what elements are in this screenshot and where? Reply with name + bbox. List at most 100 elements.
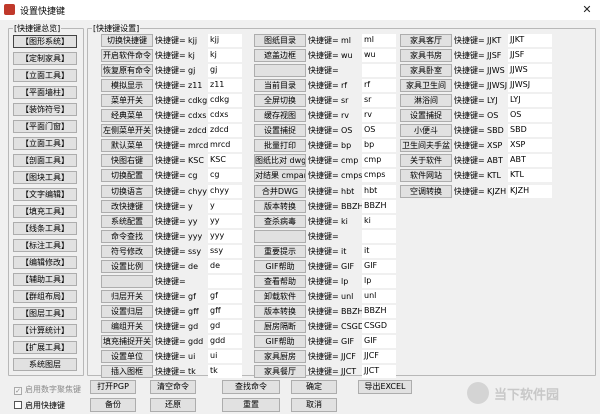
category-button[interactable]: 【定制家具】	[13, 52, 77, 65]
shortcut-input[interactable]: rv	[362, 109, 396, 123]
empty-command-button[interactable]	[254, 229, 306, 243]
shortcut-input[interactable]: JJWSJ	[508, 79, 552, 93]
command-button[interactable]: 设置捕捉	[254, 124, 306, 138]
action-button[interactable]: 导出EXCEL	[358, 380, 412, 394]
category-button[interactable]: 【扩展工具】	[13, 341, 77, 354]
command-button[interactable]: 符号修改	[101, 244, 153, 258]
command-button[interactable]: 小便斗	[400, 124, 452, 138]
command-button[interactable]: GIF帮助	[254, 259, 306, 273]
category-button[interactable]: 系统图层	[13, 358, 77, 371]
shortcut-input[interactable]: gdd	[208, 335, 242, 348]
command-button[interactable]: 左侧菜单开关	[101, 124, 153, 138]
shortcut-input[interactable]: GIF	[362, 259, 396, 273]
category-button[interactable]: 【群组布局】	[13, 290, 77, 303]
shortcut-input[interactable]: BBZH	[362, 199, 396, 213]
category-button[interactable]: 【填充工具】	[13, 205, 77, 218]
shortcut-input[interactable]: KJZH	[508, 184, 552, 198]
command-button[interactable]: 图纸目录	[254, 34, 306, 47]
shortcut-input[interactable]: hbt	[362, 184, 396, 198]
command-button[interactable]: 重要提示	[254, 244, 306, 258]
command-button[interactable]: 系统配置	[101, 214, 153, 228]
command-button[interactable]: 图纸比对 dwg cmpare	[254, 154, 306, 168]
command-button[interactable]: 家具客厅	[400, 34, 452, 47]
category-button[interactable]: 【图块工具】	[13, 171, 77, 184]
action-button[interactable]: 备份	[90, 398, 136, 412]
shortcut-input[interactable]: CSGD	[362, 319, 396, 333]
shortcut-input[interactable]: gj	[208, 64, 242, 78]
category-button[interactable]: 【线条工具】	[13, 222, 77, 235]
command-button[interactable]: 厨房隔断	[254, 319, 306, 333]
shortcut-input[interactable]: SBD	[508, 124, 552, 138]
command-button[interactable]: 编组开关	[101, 319, 153, 333]
shortcut-input[interactable]: it	[362, 244, 396, 258]
shortcut-input[interactable]: BBZH	[362, 304, 396, 318]
command-button[interactable]: 合并DWG	[254, 184, 306, 198]
command-button[interactable]: 设置比例	[101, 259, 153, 273]
command-button[interactable]: 家具卧室	[400, 64, 452, 78]
action-button[interactable]: 清空命令	[150, 380, 196, 394]
command-button[interactable]: 命令查找	[101, 229, 153, 243]
shortcut-input[interactable]: z11	[208, 79, 242, 93]
command-button[interactable]: 设置归层	[101, 304, 153, 318]
close-icon[interactable]: ✕	[574, 0, 600, 20]
command-button[interactable]: 切换配置	[101, 169, 153, 183]
category-button[interactable]: 【剖面工具】	[13, 154, 77, 167]
category-button[interactable]: 【图层工具】	[13, 307, 77, 320]
shortcut-input[interactable]: lp	[362, 274, 396, 288]
command-button[interactable]: 默认菜单	[101, 139, 153, 153]
checkbox-box[interactable]	[14, 401, 22, 409]
category-button[interactable]: 【计算统计】	[13, 324, 77, 337]
command-button[interactable]: 模拟显示	[101, 79, 153, 93]
command-button[interactable]: 遮盖边框	[254, 49, 306, 63]
action-button[interactable]: 确定	[291, 380, 337, 394]
shortcut-input[interactable]: ml	[362, 34, 396, 47]
shortcut-input[interactable]: bp	[362, 139, 396, 153]
command-button[interactable]: 全屏切换	[254, 94, 306, 108]
command-button[interactable]: 卸载软件	[254, 289, 306, 303]
command-button[interactable]: 切换语言	[101, 184, 153, 198]
shortcut-input[interactable]: cmp	[362, 154, 396, 168]
category-button[interactable]: 【文字编辑】	[13, 188, 77, 201]
shortcut-input[interactable]: JJSF	[508, 49, 552, 63]
shortcut-input[interactable]: unl	[362, 289, 396, 303]
command-button[interactable]: 开启软件命令	[101, 49, 153, 63]
shortcut-input[interactable]: yy	[208, 214, 242, 228]
category-button[interactable]: 【平面墙柱】	[13, 86, 77, 99]
action-button[interactable]: 重置	[222, 398, 280, 412]
shortcut-input[interactable]: wu	[362, 49, 396, 63]
shortcut-input[interactable]: kj	[208, 49, 242, 63]
action-button[interactable]: 查找命令	[222, 380, 280, 394]
command-button[interactable]: 家具卫生间	[400, 79, 452, 93]
command-button[interactable]: 批量打印	[254, 139, 306, 153]
command-button[interactable]: 淋浴间	[400, 94, 452, 108]
shortcut-input[interactable]: OS	[508, 109, 552, 123]
shortcut-input[interactable]: cdkg	[208, 94, 242, 108]
shortcut-input[interactable]: KSC	[208, 154, 242, 168]
shortcut-input[interactable]: de	[208, 259, 242, 273]
shortcut-input[interactable]: gff	[208, 304, 242, 318]
shortcut-input[interactable]: tk	[208, 365, 242, 379]
command-button[interactable]: 关于软件	[400, 154, 452, 168]
action-button[interactable]: 还原	[150, 398, 196, 412]
shortcut-input[interactable]: gd	[208, 319, 242, 333]
option-checkbox[interactable]: 启用快捷键	[14, 400, 65, 411]
shortcut-input[interactable]: zdcd	[208, 124, 242, 138]
action-button[interactable]: 取消	[291, 398, 337, 412]
shortcut-input[interactable]: JJKT	[508, 34, 552, 47]
empty-command-button[interactable]	[101, 274, 153, 288]
shortcut-input[interactable]: sr	[362, 94, 396, 108]
command-button[interactable]: 家具餐厅	[254, 365, 306, 379]
shortcut-input[interactable]: ui	[208, 350, 242, 364]
command-button[interactable]: 对结果 cmpare resu	[254, 169, 306, 183]
command-button[interactable]: 家具厨房	[254, 350, 306, 364]
command-button[interactable]: 填充捕捉开关	[101, 335, 153, 348]
category-button[interactable]: 【立面工具】	[13, 137, 77, 150]
category-button[interactable]: 【标注工具】	[13, 239, 77, 252]
category-button[interactable]: 【辅助工具】	[13, 273, 77, 286]
shortcut-input[interactable]: GIF	[362, 335, 396, 348]
category-button[interactable]: 【平面门窗】	[13, 120, 77, 133]
category-button[interactable]: 【图形系统】	[13, 35, 77, 48]
shortcut-input[interactable]: kjj	[208, 34, 242, 47]
category-button[interactable]: 【立面工具】	[13, 69, 77, 82]
shortcut-input[interactable]: JJCF	[362, 350, 396, 364]
